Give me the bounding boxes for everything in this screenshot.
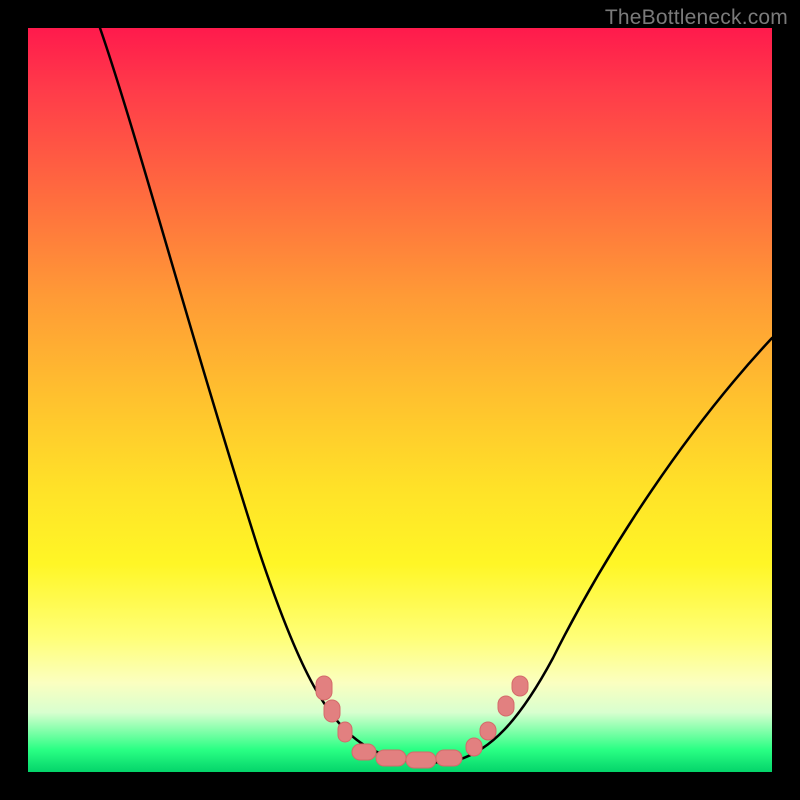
plot-area: [28, 28, 772, 772]
bottleneck-curve: [28, 28, 772, 772]
watermark-text: TheBottleneck.com: [605, 6, 788, 30]
chart-frame: TheBottleneck.com: [0, 0, 800, 800]
marker-group: [316, 676, 528, 768]
curve-path: [100, 28, 772, 763]
